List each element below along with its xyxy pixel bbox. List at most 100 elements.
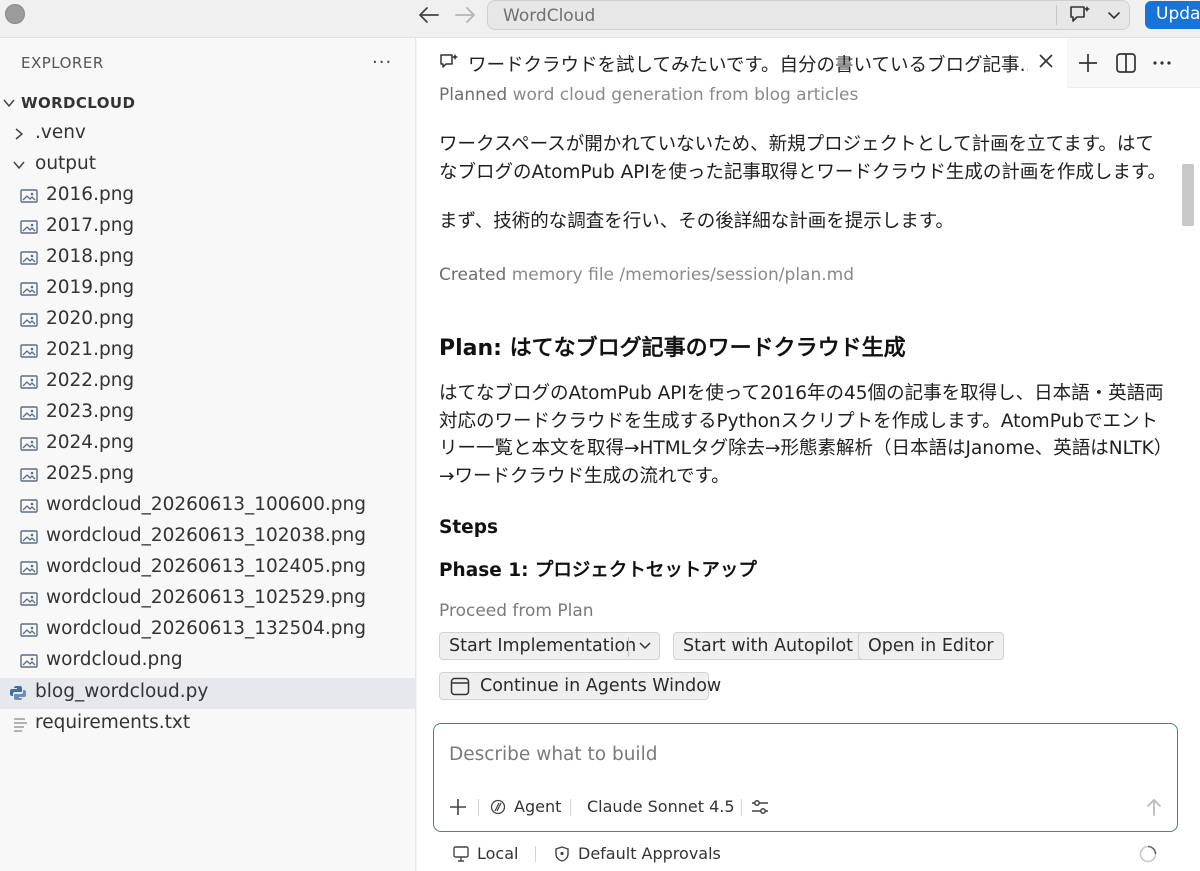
tree-file[interactable]: wordcloud_20260613_102038.png bbox=[0, 522, 416, 553]
add-context-icon[interactable] bbox=[448, 797, 468, 817]
more-actions-icon[interactable]: ··· bbox=[372, 52, 392, 73]
image-file-icon bbox=[20, 313, 38, 327]
tree-file-selected[interactable]: blog_wordcloud.py bbox=[0, 678, 416, 709]
chevron-down-icon[interactable] bbox=[1106, 6, 1122, 24]
tree-item-label: output bbox=[35, 153, 97, 174]
phase-heading: Phase 1: プロジェクトセットアップ bbox=[439, 560, 757, 581]
tree-file[interactable]: 2019.png bbox=[0, 274, 416, 305]
tree-file[interactable]: wordcloud_20260613_102405.png bbox=[0, 553, 416, 584]
tree-item-label: wordcloud.png bbox=[46, 649, 183, 670]
split-editor-icon[interactable] bbox=[1114, 51, 1138, 75]
shield-icon bbox=[555, 846, 569, 862]
tree-item-label: wordcloud_20260613_132504.png bbox=[46, 618, 366, 639]
image-file-icon bbox=[20, 654, 38, 668]
send-arrow-icon[interactable] bbox=[1144, 797, 1164, 817]
explorer-header: EXPLORER bbox=[21, 54, 104, 72]
session-target-picker[interactable]: Local bbox=[477, 844, 518, 863]
chevron-down-icon[interactable] bbox=[637, 639, 653, 653]
tree-file[interactable]: 2024.png bbox=[0, 429, 416, 460]
tree-file[interactable]: wordcloud_20260613_132504.png bbox=[0, 615, 416, 646]
tree-file[interactable]: 2018.png bbox=[0, 243, 416, 274]
chat-input-box[interactable]: Describe what to build Agent Claude Sonn… bbox=[433, 723, 1178, 832]
tree-file[interactable]: wordcloud.png bbox=[0, 646, 416, 677]
tree-item-label: wordcloud_20260613_102405.png bbox=[46, 556, 366, 577]
tree-folder-venv[interactable]: .venv bbox=[0, 119, 416, 150]
tree-item-label: 2023.png bbox=[46, 401, 135, 422]
chat-sparkle-icon[interactable] bbox=[1068, 4, 1092, 26]
more-actions-icon[interactable] bbox=[1150, 51, 1174, 75]
tree-file[interactable]: 2016.png bbox=[0, 181, 416, 212]
tree-file[interactable]: requirements.txt bbox=[0, 709, 416, 740]
image-file-icon bbox=[20, 468, 38, 482]
tree-item-label: wordcloud_20260613_102038.png bbox=[46, 525, 366, 546]
image-file-icon bbox=[20, 406, 38, 420]
new-chat-icon[interactable] bbox=[1076, 51, 1100, 75]
continue-agents-label: Continue in Agents Window bbox=[480, 676, 722, 696]
tree-file[interactable]: wordcloud_20260613_102529.png bbox=[0, 584, 416, 615]
tree-file[interactable]: 2017.png bbox=[0, 212, 416, 243]
image-file-icon bbox=[20, 344, 38, 358]
start-implementation-button[interactable]: Start Implementation bbox=[439, 632, 660, 660]
text-file-icon bbox=[14, 718, 27, 732]
image-file-icon bbox=[20, 561, 38, 575]
open-in-editor-button[interactable]: Open in Editor bbox=[858, 632, 1004, 660]
scrollbar-thumb[interactable] bbox=[1182, 164, 1194, 226]
tab-bar: ワードクラウドを試してみたいです。自分の書いているブログ記事… bbox=[417, 38, 1200, 88]
back-arrow-icon[interactable] bbox=[416, 3, 442, 27]
plan-body: はてなブログのAtomPub APIを使って2016年の45個の記事を取得し、日… bbox=[439, 383, 1164, 487]
forward-arrow-icon[interactable] bbox=[452, 3, 478, 27]
agent-mode-picker[interactable]: Agent bbox=[514, 797, 561, 816]
tree-file[interactable]: 2021.png bbox=[0, 336, 416, 367]
chat-sparkle-icon bbox=[440, 54, 458, 68]
tree-item-label: .venv bbox=[35, 122, 86, 143]
tree-item-label: blog_wordcloud.py bbox=[35, 681, 209, 702]
tree-item-label: 2020.png bbox=[46, 308, 135, 329]
window-control-dot[interactable] bbox=[5, 4, 25, 24]
tab-chat-session[interactable]: ワードクラウドを試してみたいです。自分の書いているブログ記事… bbox=[417, 38, 1067, 88]
tree-item-label: 2024.png bbox=[46, 432, 135, 453]
chevron-down-icon bbox=[3, 99, 15, 108]
command-center-text: WordCloud bbox=[503, 6, 596, 26]
update-button[interactable]: Upda bbox=[1145, 1, 1200, 29]
continue-agents-window-button[interactable]: Continue in Agents Window bbox=[439, 672, 721, 700]
chevron-down-icon bbox=[13, 161, 25, 170]
tree-item-label: requirements.txt bbox=[35, 712, 191, 733]
image-file-icon bbox=[20, 282, 38, 296]
loading-spinner-icon bbox=[1139, 845, 1157, 863]
tree-file[interactable]: 2025.png bbox=[0, 460, 416, 491]
chevron-right-icon bbox=[15, 128, 24, 140]
created-text[interactable]: memory file /memories/session/plan.md bbox=[512, 265, 854, 285]
tree-file[interactable]: wordcloud_20260613_100600.png bbox=[0, 491, 416, 522]
command-center-search[interactable]: WordCloud bbox=[487, 0, 1130, 30]
monitor-icon bbox=[453, 846, 469, 862]
tree-item-label: 2017.png bbox=[46, 215, 135, 236]
close-icon[interactable] bbox=[1037, 52, 1055, 70]
workspace-root[interactable]: WORDCLOUD bbox=[0, 88, 416, 119]
chat-input-placeholder[interactable]: Describe what to build bbox=[449, 744, 657, 765]
plan-title: Plan: はてなブログ記事のワードクラウド生成 bbox=[439, 336, 906, 361]
planned-text: word cloud generation from blog articles bbox=[512, 85, 859, 105]
tree-file[interactable]: 2022.png bbox=[0, 367, 416, 398]
image-file-icon bbox=[20, 375, 38, 389]
image-file-icon bbox=[20, 592, 38, 606]
tree-folder-output[interactable]: output bbox=[0, 150, 416, 181]
divider bbox=[570, 799, 571, 816]
tree-item-label: 2025.png bbox=[46, 463, 135, 484]
window-icon bbox=[450, 677, 470, 696]
tree-item-label: 2021.png bbox=[46, 339, 135, 360]
model-picker[interactable]: Claude Sonnet 4.5 bbox=[587, 797, 735, 816]
tree-file[interactable]: 2023.png bbox=[0, 398, 416, 429]
start-autopilot-button[interactable]: Start with Autopilot bbox=[673, 632, 864, 660]
chat-panel: ワードクラウドを試してみたいです。自分の書いているブログ記事… Planned … bbox=[417, 38, 1200, 871]
image-file-icon bbox=[20, 499, 38, 513]
tree-item-label: 2019.png bbox=[46, 277, 135, 298]
tree-item-label: 2022.png bbox=[46, 370, 135, 391]
image-file-icon bbox=[20, 530, 38, 544]
proceed-label: Proceed from Plan bbox=[439, 601, 594, 621]
response-paragraph: ワークスペースが開かれていないため、新規プロジェクトとして計画を立てます。はてな… bbox=[439, 134, 1167, 183]
workspace-root-label: WORDCLOUD bbox=[21, 94, 136, 112]
settings-sliders-icon[interactable] bbox=[750, 797, 770, 817]
tree-file[interactable]: 2020.png bbox=[0, 305, 416, 336]
approvals-picker[interactable]: Default Approvals bbox=[578, 844, 721, 863]
divider bbox=[628, 637, 629, 657]
